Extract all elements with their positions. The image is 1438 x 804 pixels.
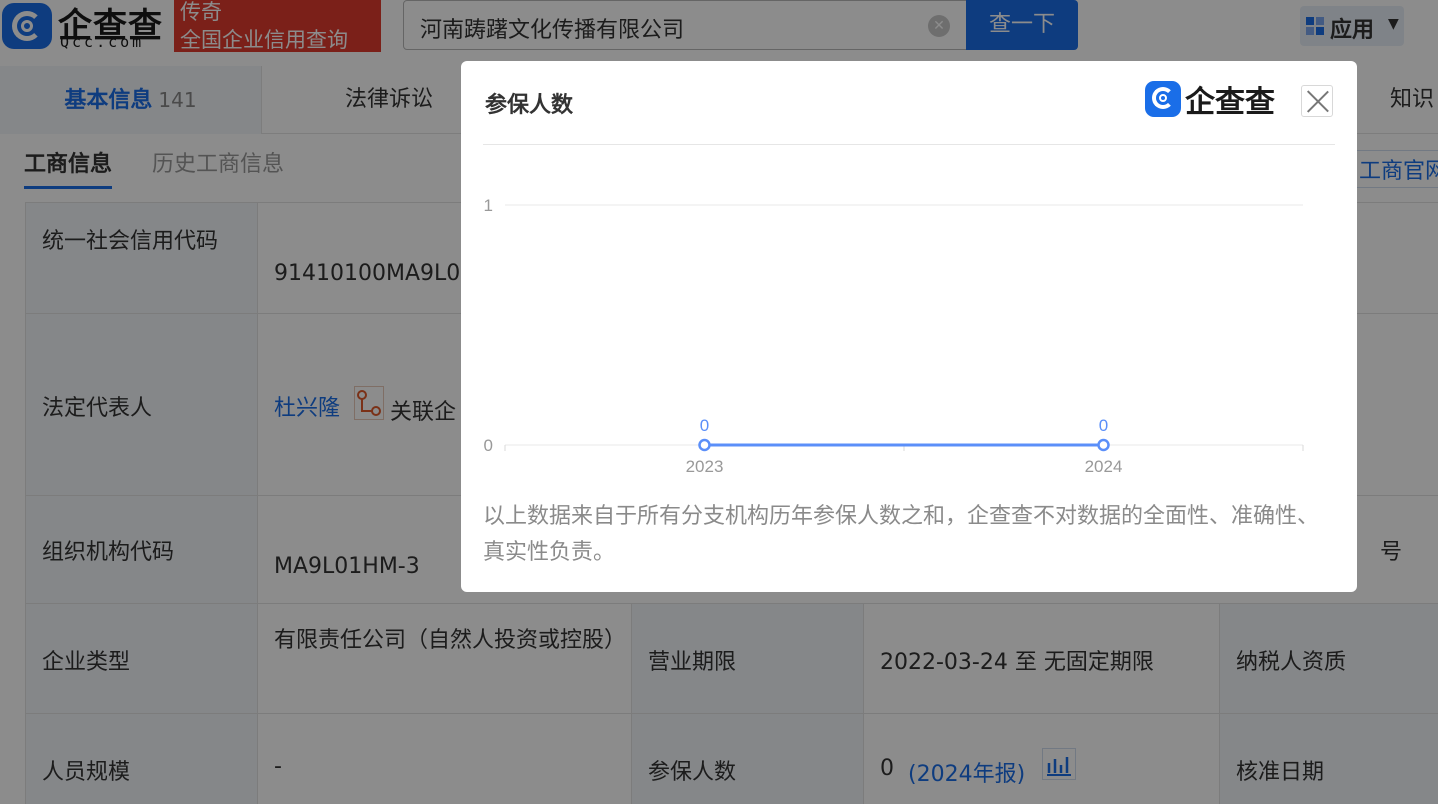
modal-title: 参保人数: [485, 93, 574, 118]
modal-brand-text: 企查查: [1185, 85, 1275, 120]
modal-divider: [483, 144, 1335, 145]
close-icon[interactable]: [1301, 85, 1333, 117]
y-tick-label: 1: [484, 196, 493, 215]
modal-disclaimer: 以上数据来自于所有分支机构历年参保人数之和，企查查不对数据的全面性、准确性、真实…: [483, 504, 1320, 565]
data-label: 0: [700, 416, 709, 435]
x-tick-label: 2024: [1085, 457, 1123, 476]
data-point: [698, 438, 711, 452]
data-label: 0: [1099, 416, 1108, 435]
insured-count-modal: 参保人数 企查查 0 1 2023 2024 0 0 以上数据来自于所有分支机构历年参保人…: [461, 61, 1357, 592]
x-tick-label: 2023: [686, 457, 724, 476]
data-point: [1097, 438, 1110, 452]
qcc-logo-icon: [1145, 81, 1181, 117]
y-tick-label: 0: [484, 436, 493, 455]
insured-count-chart: 0 1 2023 2024 0 0: [484, 196, 1304, 476]
